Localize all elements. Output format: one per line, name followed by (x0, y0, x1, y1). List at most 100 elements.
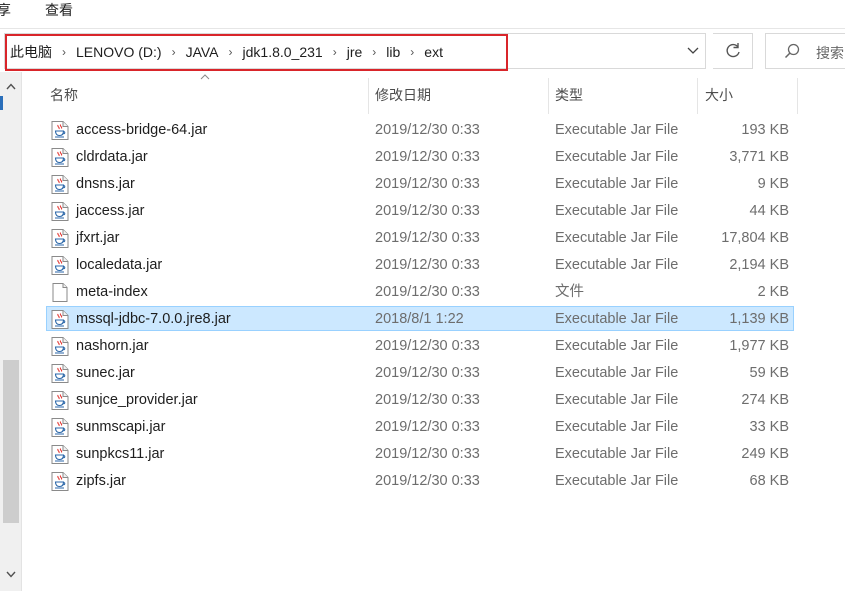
breadcrumb-ext[interactable]: ext (424, 44, 443, 60)
column-divider[interactable] (548, 78, 549, 114)
file-size: 9 KB (757, 176, 789, 192)
file-row[interactable]: sunmscapi.jar 2019/12/30 0:33 Executable J… (46, 414, 794, 439)
file-name: sunpkcs11.jar (76, 446, 165, 462)
file-row[interactable]: access-bridge-64.jar 2019/12/30 0:33 Execu… (46, 117, 794, 142)
file-name: jfxrt.jar (76, 230, 120, 246)
ribbon-tabs: 享 查看 (0, 0, 845, 24)
file-type: Executable Jar File (555, 203, 679, 219)
column-header-size[interactable]: 大小 (705, 85, 733, 105)
search-input[interactable]: 搜索 (765, 33, 845, 69)
file-date-modified: 2019/12/30 0:33 (375, 230, 480, 246)
scrollbar-thumb[interactable] (3, 360, 19, 523)
file-name: cldrdata.jar (76, 149, 148, 165)
breadcrumb-jre[interactable]: jre (347, 44, 363, 60)
ribbon-tab-view[interactable]: 查看 (45, 1, 73, 19)
file-name: zipfs.jar (76, 473, 126, 489)
file-row[interactable]: sunpkcs11.jar 2019/12/30 0:33 Executable J… (46, 441, 794, 466)
file-row[interactable]: mssql-jdbc-7.0.0.jre8.jar 2018/8/1 1:22 Ex… (46, 306, 794, 331)
file-date-modified: 2019/12/30 0:33 (375, 392, 480, 408)
file-size: 68 KB (749, 473, 790, 489)
nav-pane-accent (0, 96, 3, 110)
chevron-right-icon[interactable]: › (410, 45, 414, 59)
chevron-right-icon[interactable]: › (62, 45, 66, 59)
file-date-modified: 2018/8/1 1:22 (375, 311, 464, 327)
file-name: sunjce_provider.jar (76, 392, 198, 408)
file-name: mssql-jdbc-7.0.0.jre8.jar (76, 311, 231, 327)
file-date-modified: 2019/12/30 0:33 (375, 203, 480, 219)
ribbon-tab-share[interactable]: 享 (0, 1, 11, 19)
file-icon (51, 283, 69, 302)
file-date-modified: 2019/12/30 0:33 (375, 338, 480, 354)
column-header-name[interactable]: 名称 (50, 85, 78, 105)
file-date-modified: 2019/12/30 0:33 (375, 149, 480, 165)
column-divider[interactable] (368, 78, 369, 114)
column-header-date[interactable]: 修改日期 (375, 85, 431, 105)
jar-icon (51, 418, 69, 437)
breadcrumb-lib[interactable]: lib (386, 44, 400, 60)
breadcrumb-drive[interactable]: LENOVO (D:) (76, 44, 162, 60)
file-size: 249 KB (741, 446, 789, 462)
navigation-pane-scrollbar[interactable] (0, 72, 22, 591)
file-row[interactable]: localedata.jar 2019/12/30 0:33 Executable … (46, 252, 794, 277)
file-type: Executable Jar File (555, 473, 679, 489)
file-type: Executable Jar File (555, 176, 679, 192)
breadcrumb: 此电脑 › LENOVO (D:) › JAVA › jdk1.8.0_231 … (10, 42, 443, 62)
sort-ascending-icon (200, 72, 210, 83)
file-row[interactable]: zipfs.jar 2019/12/30 0:33 Executable Jar F… (46, 468, 794, 493)
chevron-right-icon[interactable]: › (333, 45, 337, 59)
file-name: sunec.jar (76, 365, 135, 381)
column-headers: 名称 修改日期 类型 大小 (22, 72, 845, 114)
chevron-right-icon[interactable]: › (172, 45, 176, 59)
file-name: access-bridge-64.jar (76, 122, 208, 138)
breadcrumb-this-pc[interactable]: 此电脑 (10, 42, 52, 62)
jar-icon (51, 202, 69, 221)
file-name: jaccess.jar (76, 203, 145, 219)
file-date-modified: 2019/12/30 0:33 (375, 446, 480, 462)
chevron-down-icon[interactable] (683, 41, 703, 61)
file-row[interactable]: sunec.jar 2019/12/30 0:33 Executable Jar F… (46, 360, 794, 385)
file-type: Executable Jar File (555, 257, 679, 273)
refresh-button[interactable] (713, 33, 753, 69)
file-row[interactable]: cldrdata.jar 2019/12/30 0:33 Executable Ja… (46, 144, 794, 169)
scroll-up-icon[interactable] (3, 80, 19, 96)
file-size: 193 KB (741, 122, 789, 138)
file-name: meta-index (76, 284, 148, 300)
address-bar-row: 此电脑 › LENOVO (D:) › JAVA › jdk1.8.0_231 … (0, 28, 845, 73)
file-name: sunmscapi.jar (76, 419, 166, 435)
jar-icon (51, 391, 69, 410)
jar-icon (51, 337, 69, 356)
column-header-type[interactable]: 类型 (555, 85, 583, 105)
jar-icon (51, 175, 69, 194)
column-divider[interactable] (797, 78, 798, 114)
scroll-down-icon[interactable] (3, 568, 19, 584)
refresh-icon (726, 43, 740, 58)
jar-icon (51, 121, 69, 140)
file-size: 274 KB (741, 392, 789, 408)
file-row[interactable]: dnsns.jar 2019/12/30 0:33 Executable Jar F… (46, 171, 794, 196)
file-type: Executable Jar File (555, 122, 679, 138)
file-row[interactable]: nashorn.jar 2019/12/30 0:33 Executable Jar… (46, 333, 794, 358)
file-date-modified: 2019/12/30 0:33 (375, 122, 480, 138)
file-name: localedata.jar (76, 257, 163, 273)
file-row[interactable]: jaccess.jar 2019/12/30 0:33 Executable Jar… (46, 198, 794, 223)
chevron-right-icon[interactable]: › (229, 45, 233, 59)
jar-icon (51, 229, 69, 248)
breadcrumb-java[interactable]: JAVA (186, 44, 219, 60)
file-date-modified: 2019/12/30 0:33 (375, 365, 480, 381)
column-divider[interactable] (697, 78, 698, 114)
jar-icon (51, 364, 69, 383)
file-date-modified: 2019/12/30 0:33 (375, 284, 480, 300)
file-row[interactable]: meta-index 2019/12/30 0:33 文件 2 KB (46, 279, 794, 304)
file-date-modified: 2019/12/30 0:33 (375, 257, 480, 273)
file-size: 3,771 KB (729, 149, 789, 165)
jar-icon (51, 445, 69, 464)
jar-icon (51, 256, 69, 275)
search-icon (784, 43, 800, 59)
chevron-right-icon[interactable]: › (372, 45, 376, 59)
file-size: 2,194 KB (729, 257, 789, 273)
file-size: 17,804 KB (721, 230, 789, 246)
breadcrumb-jdk[interactable]: jdk1.8.0_231 (243, 44, 323, 60)
file-row[interactable]: sunjce_provider.jar 2019/12/30 0:33 Execut… (46, 387, 794, 412)
jar-icon (51, 472, 69, 491)
file-row[interactable]: jfxrt.jar 2019/12/30 0:33 Executable Jar F… (46, 225, 794, 250)
